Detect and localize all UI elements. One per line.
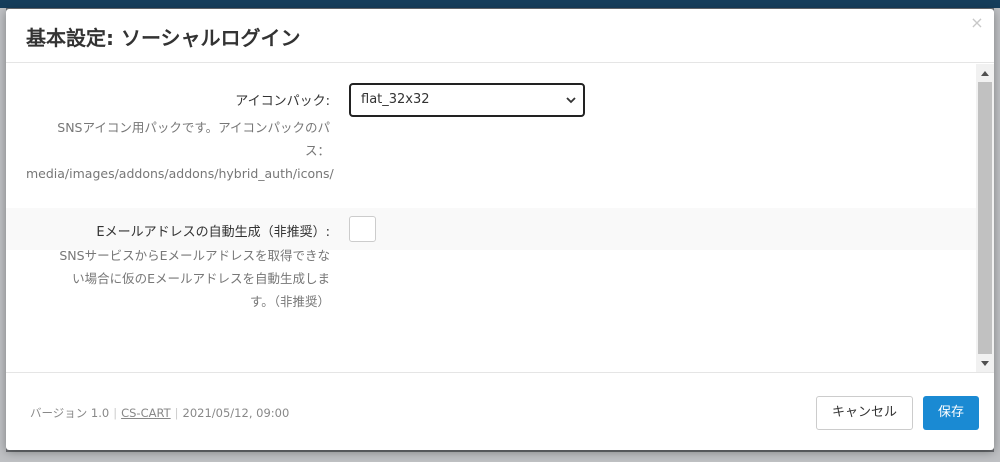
dialog-body: アイコンパック: flat_32x32 SNSアイコン用パックです。アイコンパッ… [6, 64, 994, 372]
scroll-up-arrow-icon[interactable] [976, 64, 994, 81]
icon-pack-help: SNSアイコン用パックです。アイコンパックのパ ス： media/images/… [26, 116, 334, 185]
version-text: バージョン 1.0 [30, 406, 110, 420]
date-text: 2021/05/12, 09:00 [182, 406, 290, 420]
scrollbar-thumb[interactable] [978, 82, 992, 354]
chevron-down-icon [566, 97, 576, 104]
dialog-scrollbar[interactable] [976, 64, 994, 372]
auto-email-checkbox[interactable] [349, 216, 376, 242]
auto-email-label: Eメールアドレスの自動生成（非推奨）: [96, 225, 330, 240]
separator: | [174, 406, 179, 420]
background-page-right [994, 8, 1000, 462]
addon-info: バージョン 1.0 | CS-CART | 2021/05/12, 09:00 [30, 405, 289, 421]
dialog-title: 基本設定: ソーシャルログイン [26, 26, 301, 50]
background-top-bar [0, 0, 1000, 8]
cancel-button[interactable]: キャンセル [816, 396, 913, 430]
dialog-footer: バージョン 1.0 | CS-CART | 2021/05/12, 09:00 キャンセ… [6, 372, 994, 450]
icon-pack-select-value: flat_32x32 [361, 92, 430, 107]
save-button[interactable]: 保存 [923, 396, 979, 430]
icon-pack-help-line: SNSアイコン用パックです。アイコンパックのパ [57, 120, 330, 135]
icon-pack-label: アイコンパック: [235, 94, 330, 109]
close-icon[interactable]: × [969, 15, 985, 31]
settings-dialog: 基本設定: ソーシャルログイン × アイコンパック: flat_32x32 SN… [6, 9, 994, 450]
icon-pack-help-line: ス： [304, 143, 330, 158]
auto-email-help-line: SNSサービスからEメールアドレスを取得できな [59, 248, 330, 263]
vendor-link[interactable]: CS-CART [121, 406, 171, 420]
icon-pack-help-line: media/images/addons/addons/hybrid_auth/i… [26, 166, 334, 181]
background-page-bottom [0, 452, 1000, 462]
auto-email-help-line: い場合に仮のEメールアドレスを自動生成しま [72, 271, 330, 286]
icon-pack-select[interactable]: flat_32x32 [349, 83, 585, 117]
separator: | [113, 406, 118, 420]
dialog-header: 基本設定: ソーシャルログイン × [6, 9, 994, 63]
auto-email-help: SNSサービスからEメールアドレスを取得できな い場合に仮のEメールアドレスを自… [26, 244, 330, 313]
scroll-down-arrow-icon[interactable] [976, 355, 994, 372]
auto-email-help-line: す。（非推奨） [249, 294, 330, 309]
